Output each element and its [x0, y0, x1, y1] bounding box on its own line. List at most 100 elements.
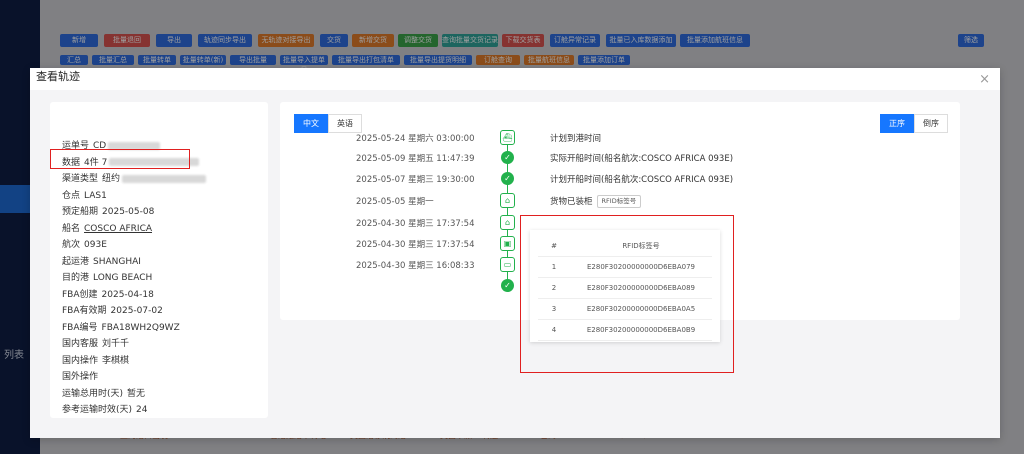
info-row: FBA编号 FBA18WH2Q9WZ	[62, 320, 206, 337]
table-row: 3 E280F30200000000D6EBA0A5	[538, 298, 712, 320]
dialog-body: 运单号 CD 数据 4件 7 渠道类型 纽约 仓点 LAS1 预定船期 2025-05-08 船名 C…	[30, 90, 1000, 438]
warehouse-icon: ⌂	[500, 215, 515, 230]
info-label: 运输总用时(天)	[62, 388, 124, 399]
info-row: FBA创建 2025-04-18	[62, 287, 206, 304]
info-row: 运输总用时(天) 暂无	[62, 386, 206, 403]
info-value: 纽约	[102, 174, 121, 184]
timeline-dot: ⛴	[500, 130, 515, 145]
timeline-time: 2025-05-05 星期一	[356, 197, 434, 207]
timeline-dot: ▭	[500, 257, 515, 272]
check-icon: ✓	[500, 150, 515, 165]
timeline-event: 计划到港时间	[550, 134, 602, 144]
info-label: 船名	[62, 223, 81, 234]
order-tabs: 正序 倒序	[880, 114, 948, 133]
info-row: 船名 COSCO AFRICA	[62, 221, 206, 238]
info-row: 国内操作 李棋棋	[62, 353, 206, 370]
tab-english[interactable]: 英语	[328, 114, 362, 133]
info-row: FBA有效期 2025-07-02	[62, 303, 206, 320]
rfid-index: 1	[538, 256, 570, 278]
timeline-time: 2025-05-24 星期六 03:00:00	[356, 134, 475, 144]
timeline-time: 2025-05-09 星期五 11:47:39	[356, 154, 475, 164]
table-row: 2 E280F30200000000D6EBA089	[538, 277, 712, 299]
info-value: SHANGHAI	[93, 256, 141, 267]
highlight-box	[50, 149, 190, 169]
info-value: 093E	[84, 240, 107, 250]
timeline-time: 2025-04-30 星期三 17:37:54	[356, 219, 475, 229]
rfid-table: # RFID标签号 1 E280F30200000000D6EBA079 2 E280…	[538, 236, 712, 341]
info-value: FBA18WH2Q9WZ	[101, 322, 180, 333]
timeline-dot: ✓	[501, 279, 514, 292]
info-label: 起运港	[62, 256, 90, 267]
rfid-col-index: #	[538, 236, 570, 257]
info-label: FBA创建	[62, 289, 98, 300]
info-value: 李棋棋	[102, 355, 130, 366]
track-dialog: 查看轨迹 × 运单号 CD 数据 4件 7 渠道类型 纽约 仓点 LAS1 预定船期 2025-0…	[30, 68, 1000, 438]
info-label: 目的港	[62, 273, 90, 283]
table-row: 4 E280F30200000000D6EBA0B9	[538, 319, 712, 341]
tab-ascending[interactable]: 正序	[880, 114, 914, 133]
info-value: LONG BEACH	[93, 273, 153, 283]
info-label: FBA编号	[62, 322, 98, 333]
info-list: 运单号 CD 数据 4件 7 渠道类型 纽约 仓点 LAS1 预定船期 2025-05-08 船名 C…	[62, 138, 207, 419]
info-value: 2025-07-02	[110, 306, 163, 316]
info-row: 预定船期 2025-05-08	[62, 204, 206, 221]
rfid-tag: E280F30200000000D6EBA089	[570, 277, 712, 299]
info-value: 刘千千	[102, 339, 130, 349]
timeline-event: 货物已装柜 RFID标签号	[550, 195, 642, 208]
info-label: 航次	[62, 240, 81, 250]
rfid-tag: E280F30200000000D6EBA079	[570, 256, 712, 278]
info-value: 24	[136, 405, 148, 415]
timeline-card: 中文 英语 正序 倒序 2025-05-24 星期六 03:00:00 ⛴ 计划到港…	[280, 102, 960, 373]
info-label: FBA有效期	[62, 306, 107, 316]
check-icon: ✓	[500, 278, 515, 293]
rfid-index: 3	[538, 298, 570, 320]
inbox-icon: ▭	[500, 257, 515, 272]
timeline-dot: ✓	[501, 151, 514, 164]
rfid-table-panel: # RFID标签号 1 E280F30200000000D6EBA079 2 E280…	[530, 230, 720, 342]
info-value: 暂无	[127, 388, 146, 399]
close-icon[interactable]: ×	[979, 72, 990, 87]
language-tabs: 中文 英语	[294, 114, 362, 133]
info-row: 渠道类型 纽约	[62, 171, 207, 188]
rfid-index: 4	[538, 319, 570, 341]
timeline-dot: ⌂	[500, 215, 515, 230]
info-value: 2025-05-08	[102, 207, 155, 217]
table-row: 1 E280F30200000000D6EBA079	[538, 256, 712, 278]
timeline-dot: ✓	[501, 172, 514, 185]
info-row: 国外操作	[62, 369, 206, 386]
rfid-index: 2	[538, 277, 570, 299]
tab-descending[interactable]: 倒序	[914, 114, 948, 133]
ship-icon: ⛴	[500, 130, 515, 145]
check-icon: ✓	[500, 171, 515, 186]
info-row: 国内客服 刘千千	[62, 336, 206, 353]
info-row: 目的港 LONG BEACH	[62, 270, 206, 287]
timeline-dot: ⌂	[500, 193, 515, 208]
info-label: 仓点	[62, 190, 81, 201]
truck-icon: ▣	[500, 236, 515, 251]
info-value[interactable]: COSCO AFRICA	[84, 224, 152, 234]
timeline-time: 2025-04-30 星期三 17:37:54	[356, 240, 475, 250]
redacted-value	[122, 174, 207, 183]
dialog-title: 查看轨迹	[36, 70, 80, 83]
rfid-tag-button[interactable]: RFID标签号	[596, 195, 642, 208]
timeline-time: 2025-05-07 星期三 19:30:00	[356, 175, 475, 185]
rfid-tag: E280F30200000000D6EBA0A5	[570, 298, 712, 320]
waybill-info-card: 运单号 CD 数据 4件 7 渠道类型 纽约 仓点 LAS1 预定船期 2025-05-08 船名 C…	[50, 102, 268, 418]
info-label: 国内操作	[62, 355, 99, 366]
rfid-col-tag: RFID标签号	[570, 236, 712, 257]
info-value: 2025-04-18	[101, 289, 154, 300]
info-value: LAS1	[84, 190, 107, 201]
info-row: 仓点 LAS1	[62, 188, 206, 205]
timeline-dot: ▣	[500, 236, 515, 251]
info-label: 预定船期	[62, 207, 99, 217]
crane-icon: ⌂	[500, 193, 515, 208]
tab-chinese[interactable]: 中文	[294, 114, 328, 133]
info-label: 国外操作	[62, 372, 99, 382]
info-label: 渠道类型	[62, 174, 99, 184]
info-row: 起运港 SHANGHAI	[62, 254, 206, 271]
info-label: 国内客服	[62, 339, 99, 349]
timeline-event: 实际开船时间(船名航次:COSCO AFRICA 093E)	[550, 154, 734, 164]
timeline-event: 计划开船时间(船名航次:COSCO AFRICA 093E)	[550, 175, 734, 185]
info-row: 参考运输时效(天) 24	[62, 402, 206, 419]
rfid-tag: E280F30200000000D6EBA0B9	[570, 319, 712, 341]
